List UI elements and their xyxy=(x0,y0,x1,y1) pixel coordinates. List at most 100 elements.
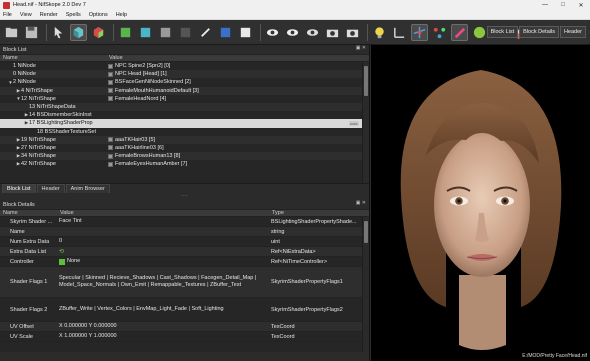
cube-dark-button[interactable] xyxy=(177,24,194,41)
table-row[interactable]: Num Extra Data 0 uint xyxy=(0,237,369,247)
mesh-button[interactable] xyxy=(90,24,107,41)
field-value-cell[interactable]: Specular | Skinned | Recieve_Shadows | C… xyxy=(57,267,269,297)
camera-button[interactable] xyxy=(324,24,341,41)
column-value-header[interactable]: Value xyxy=(57,210,269,216)
save-button[interactable] xyxy=(23,24,40,41)
table-row[interactable]: ▶ 19 NiTriShape aaaTKHair03 [5] xyxy=(0,135,369,144)
dock-float-close-icon[interactable]: ▣ ✕ xyxy=(356,200,366,206)
toolbar-separator xyxy=(46,23,47,41)
menu-spells[interactable]: Spells xyxy=(66,12,81,18)
field-value-cell[interactable]: None xyxy=(57,257,269,266)
dock-float-close-icon[interactable]: ▣ ✕ xyxy=(356,45,366,51)
table-row[interactable]: 18 BSShaderTextureSet xyxy=(0,128,369,136)
block-type-icon xyxy=(108,71,113,77)
field-type: SkyrimShaderPropertyFlags2 xyxy=(271,306,343,313)
table-row[interactable]: 13 NiTriShapeData xyxy=(0,102,369,112)
block-list-tree: 1 NiNode NPC Spine2 [Spn2] [0] 0 NiNode NPC… xyxy=(0,62,369,183)
maximize-button[interactable]: □ xyxy=(554,0,572,10)
table-row[interactable]: UV Offset X 0.000000 Y 0.000000 TexCoord xyxy=(0,322,369,332)
block-list-scrollbar[interactable] xyxy=(362,62,369,183)
bottom-tab-bar: Block List Header Anim Browser xyxy=(0,183,369,193)
nodes-button[interactable] xyxy=(411,23,428,41)
field-value-cell[interactable] xyxy=(57,227,269,236)
scrollbar-thumb[interactable] xyxy=(364,66,368,96)
column-type-header[interactable]: Type xyxy=(269,210,284,216)
select-mode-button[interactable] xyxy=(70,23,87,41)
field-value-cell[interactable]: X 0.000000 Y 0.000000 xyxy=(57,322,269,331)
vertex-color-button[interactable] xyxy=(217,24,234,41)
view-eye-button[interactable] xyxy=(264,24,281,41)
dock-block-details-button[interactable]: Block Details xyxy=(519,26,559,38)
menu-view[interactable]: View xyxy=(20,12,32,18)
dock-header-button[interactable]: Header xyxy=(559,26,586,38)
select-object-button[interactable] xyxy=(50,24,67,41)
close-button[interactable]: ✕ xyxy=(572,0,590,10)
table-row[interactable]: Shader Flags 1 Specular | Skinned | Recie… xyxy=(0,267,369,298)
block-details-header: Name Value Type xyxy=(0,209,369,217)
cube-green-button[interactable] xyxy=(117,24,134,41)
menu-help[interactable]: Help xyxy=(116,12,127,18)
block-name-cell: ▼ 12 NiTriShape xyxy=(0,96,106,102)
table-row[interactable]: ▼ 12 NiTriShape FemaleHeadNord [4] xyxy=(0,95,369,103)
load-button[interactable] xyxy=(3,24,20,41)
render-viewport[interactable]: E:/MOD/Pretty Face/Head.nif xyxy=(371,45,590,361)
table-row[interactable]: Controller None Ref<NiTimeController> xyxy=(0,257,369,267)
block-type-icon xyxy=(108,88,113,94)
row-edit-icon[interactable]: ▭▭ xyxy=(349,120,359,126)
table-row[interactable]: ▶ 14 BSDismemberSkinInst xyxy=(0,111,369,119)
menu-options[interactable]: Options xyxy=(89,12,108,18)
table-row[interactable]: Skyrim Shader ... Face Tint BSLightingShad… xyxy=(0,217,369,227)
column-value-header[interactable]: Value xyxy=(106,55,123,61)
wireframe-icon xyxy=(201,27,210,37)
block-name-cell: ▶ 27 NiTriShape xyxy=(0,145,106,151)
view-eye3-button[interactable] xyxy=(304,24,321,41)
highlight-button[interactable] xyxy=(451,23,468,41)
menu-file[interactable]: File xyxy=(3,12,12,18)
texture-button[interactable] xyxy=(237,24,254,41)
field-value-cell[interactable]: ⟲ xyxy=(57,247,269,256)
menu-render[interactable]: Render xyxy=(40,12,58,18)
block-value-cell: NPC Head [Head] [1] xyxy=(108,71,167,77)
axis-icon xyxy=(394,27,405,38)
column-name-header[interactable]: Name xyxy=(0,55,106,61)
table-row[interactable]: ▶ 4 NiTriShape FemaleMouthHumanoidDefault … xyxy=(0,86,369,95)
wireframe-button[interactable] xyxy=(197,24,214,41)
splitter-handle[interactable]: ···· xyxy=(0,193,369,200)
block-details-scrollbar[interactable] xyxy=(362,217,369,352)
table-row[interactable]: ▼ 2 NiNode BSFaceGenNiNodeSkinned [2] xyxy=(0,78,369,86)
table-row[interactable]: ▶ 17 BSLightingShaderProp ▭▭ xyxy=(0,119,369,128)
field-value-cell[interactable]: Face Tint xyxy=(57,217,269,226)
dock-block-list-button[interactable]: Block List xyxy=(486,26,519,38)
block-name: 0 NiNode xyxy=(13,71,36,78)
load-icon xyxy=(5,27,18,37)
table-row[interactable]: ▶ 42 NiTriShape FemaleEyesHumanAmber [7] xyxy=(0,160,369,168)
column-name-header[interactable]: Name xyxy=(0,210,57,216)
field-value-cell[interactable]: X 1.000000 Y 1.000000 xyxy=(57,332,269,341)
tab-anim-browser[interactable]: Anim Browser xyxy=(65,184,110,193)
table-row[interactable]: Extra Data List ⟲ Ref<NiExtraData> xyxy=(0,247,369,257)
block-details-title: Block Details xyxy=(3,201,35,208)
table-row[interactable]: 0 NiNode NPC Head [Head] [1] xyxy=(0,70,369,79)
block-list-title: Block List xyxy=(3,46,27,53)
minimize-button[interactable]: — xyxy=(536,0,554,10)
axes-button[interactable] xyxy=(391,24,408,41)
block-name: 4 NiTriShape xyxy=(21,87,53,94)
table-row[interactable]: UV Scale X 1.000000 Y 1.000000 TexCoord xyxy=(0,332,369,342)
camera2-button[interactable] xyxy=(344,24,361,41)
view-eye2-button[interactable] xyxy=(284,24,301,41)
cube-gray-button[interactable] xyxy=(157,24,174,41)
tab-header[interactable]: Header xyxy=(36,184,65,193)
table-row[interactable]: 1 NiNode NPC Spine2 [Spn2] [0] xyxy=(0,62,369,70)
tab-block-list[interactable]: Block List xyxy=(2,184,36,193)
table-row[interactable]: ▶ 34 NiTriShape FemaleBrowsHuman13 [8] xyxy=(0,152,369,161)
field-value-cell[interactable]: ZBuffer_Write | Vertex_Colors | EnvMap_L… xyxy=(57,298,269,321)
table-row[interactable]: Name string xyxy=(0,227,369,237)
cube-teal-button[interactable] xyxy=(137,24,154,41)
lighting-button[interactable] xyxy=(371,24,388,41)
field-value-cell[interactable]: 0 xyxy=(57,237,269,246)
table-row[interactable]: ▶ 27 NiTriShape aaaTKHairline03 [6] xyxy=(0,144,369,152)
scrollbar-thumb[interactable] xyxy=(364,221,368,243)
table-row[interactable]: Shader Flags 2 ZBuffer_Write | Vertex_Col… xyxy=(0,298,369,322)
toolbar-separator xyxy=(113,23,114,41)
connections-button[interactable] xyxy=(431,24,448,41)
